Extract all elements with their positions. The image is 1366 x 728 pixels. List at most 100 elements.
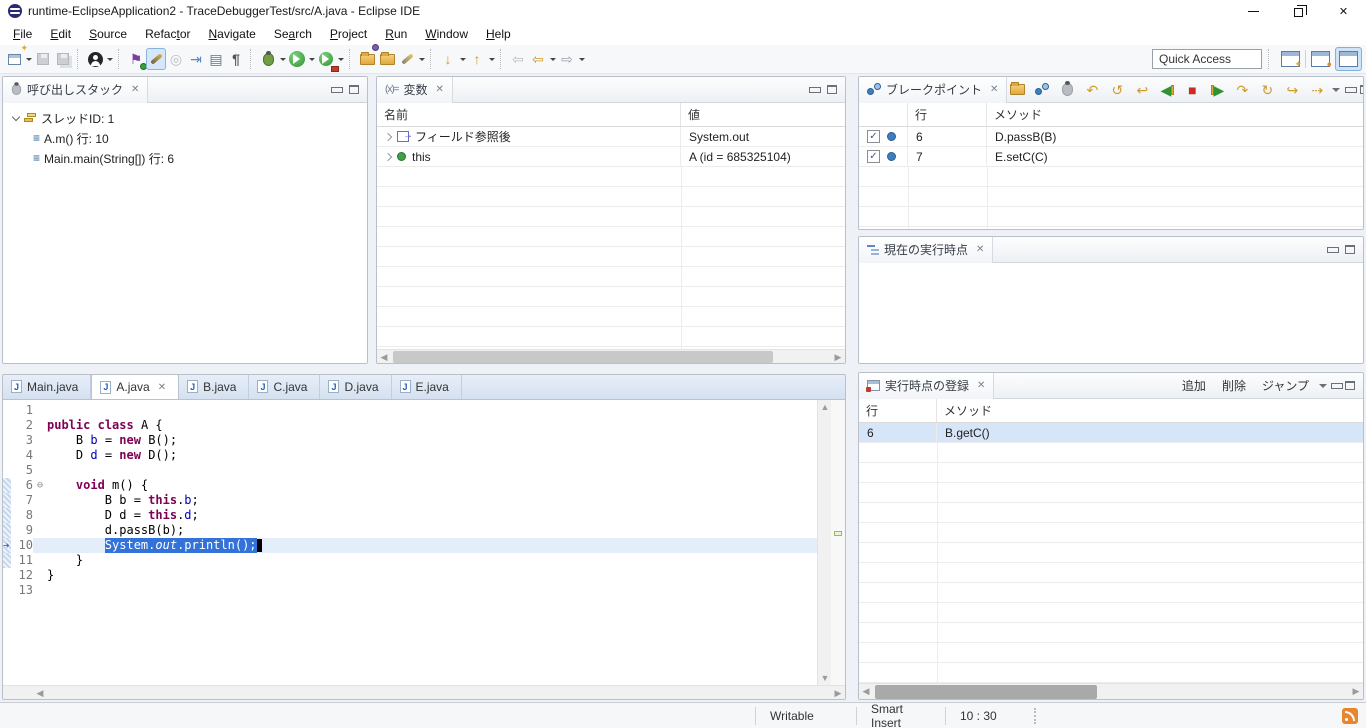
run-dropdown[interactable] — [309, 58, 315, 64]
step-return-button[interactable]: ↪ — [1282, 79, 1302, 101]
breakpoints-method-column[interactable]: メソッド — [987, 103, 1363, 126]
view-menu-icon[interactable] — [1319, 384, 1327, 392]
step-back-return-button[interactable]: ↩ — [1132, 79, 1152, 101]
exec-points-hscrollbar[interactable]: ◀▶ — [859, 683, 1363, 699]
variables-tab[interactable]: (x)= 変数 ✕ — [377, 77, 453, 103]
editor-hscrollbar[interactable]: ◀▶ — [3, 685, 845, 699]
menu-navigate[interactable]: Navigate — [199, 23, 264, 45]
close-button[interactable]: ✕ — [1321, 0, 1366, 22]
external-tools-button[interactable] — [316, 48, 336, 70]
show-whitespace-button[interactable]: ¶ — [226, 48, 246, 70]
menu-window[interactable]: Window — [416, 23, 477, 45]
reverse-resume-button[interactable]: ◀ — [1157, 79, 1177, 101]
overview-ruler[interactable] — [831, 400, 845, 685]
breakpoint-row[interactable]: ✓7E.setC(C) — [859, 147, 1363, 167]
menu-file[interactable]: File — [4, 23, 41, 45]
java-perspective-button[interactable]: ● — [1308, 47, 1333, 71]
save-all-button[interactable] — [53, 48, 73, 70]
editor-tab-b.java[interactable]: JB.java — [179, 374, 249, 399]
breakpoints-close-icon[interactable]: ✕ — [990, 84, 998, 95]
code-line-1[interactable]: 1 — [3, 403, 817, 418]
breakpoint-row[interactable]: ✓6D.passB(B) — [859, 127, 1363, 147]
previous-annotation-dropdown[interactable] — [489, 58, 495, 64]
code-line-3[interactable]: 3 B b = new B(); — [3, 433, 817, 448]
minimize-view-button[interactable] — [1327, 247, 1337, 252]
account-dropdown[interactable] — [107, 58, 113, 64]
call-stack-tab[interactable]: 呼び出しスタック ✕ — [3, 77, 148, 103]
variables-close-icon[interactable]: ✕ — [436, 84, 444, 95]
open-type-button[interactable] — [357, 48, 377, 70]
next-annotation-button[interactable]: ↓ — [438, 48, 458, 70]
current-point-close-icon[interactable]: ✕ — [976, 244, 984, 255]
code-line-9[interactable]: 9 d.passB(b); — [3, 523, 817, 538]
open-resource-button[interactable] — [377, 48, 397, 70]
editor-tab-a.java[interactable]: JA.java✕ — [91, 374, 179, 399]
view-menu-icon[interactable] — [1332, 88, 1340, 96]
code-line-5[interactable]: 5 — [3, 463, 817, 478]
debug-dropdown[interactable] — [280, 58, 286, 64]
debug-button[interactable] — [258, 48, 278, 70]
maximize-view-button[interactable] — [827, 85, 837, 94]
menu-refactor[interactable]: Refactor — [136, 23, 199, 45]
account-button[interactable] — [85, 48, 105, 70]
menu-search[interactable]: Search — [265, 23, 321, 45]
minimize-view-button[interactable] — [809, 87, 819, 92]
next-annotation-dropdown[interactable] — [460, 58, 466, 64]
debug-disabled-button[interactable] — [1057, 79, 1077, 101]
java-snippet-button[interactable]: ⇥ — [186, 48, 206, 70]
jump-button[interactable]: ジャンプ — [1256, 377, 1315, 394]
external-tools-dropdown[interactable] — [338, 58, 344, 64]
stack-frame[interactable]: ≡ Main.main(String[]) 行: 6 — [3, 148, 367, 168]
variables-value-column[interactable]: 値 — [681, 103, 845, 126]
current-line-marker[interactable] — [834, 531, 842, 536]
notification-icon[interactable] — [1342, 708, 1358, 724]
code-line-10[interactable]: ➔10 System.out.println(); — [3, 538, 817, 553]
editor-tab-c.java[interactable]: JC.java — [249, 374, 320, 399]
highlight-trace-button[interactable] — [146, 48, 166, 70]
watch-disabled-button[interactable]: ◎ — [166, 48, 186, 70]
code-line-6[interactable]: 6⊖ void m() { — [3, 478, 817, 493]
show-breakpoints-button[interactable] — [1032, 79, 1052, 101]
minimize-view-button[interactable] — [1331, 383, 1341, 388]
add-button[interactable]: 追加 — [1176, 377, 1212, 394]
thread-node[interactable]: スレッドID: 1 — [3, 108, 367, 128]
editor-tab-main.java[interactable]: JMain.java — [3, 374, 91, 399]
forward-dropdown[interactable] — [579, 58, 585, 64]
code-line-2[interactable]: 2public class A { — [3, 418, 817, 433]
open-perspective-button[interactable]: ✦ — [1278, 47, 1303, 71]
exec-points-tab[interactable]: 実行時点の登録 ✕ — [859, 373, 994, 399]
previous-annotation-button[interactable]: ↑ — [467, 48, 487, 70]
fold-marker[interactable]: ⊖ — [33, 478, 47, 493]
resume-button[interactable]: ▶ — [1207, 79, 1227, 101]
expand-chevron-icon[interactable] — [12, 112, 20, 120]
exec-point-row[interactable]: 6B.getC() — [859, 423, 1363, 443]
step-back-over-button[interactable]: ↺ — [1107, 79, 1127, 101]
editor-tab-e.java[interactable]: JE.java — [392, 374, 462, 399]
menu-help[interactable]: Help — [477, 23, 520, 45]
menu-run[interactable]: Run — [376, 23, 416, 45]
delete-button[interactable]: 削除 — [1216, 377, 1252, 394]
search-button[interactable] — [397, 48, 417, 70]
statusbar-drag-handle[interactable] — [1034, 708, 1038, 724]
menu-source[interactable]: Source — [80, 23, 136, 45]
minimize-button[interactable] — [1231, 0, 1276, 22]
editor-vscrollbar[interactable]: ▲▼ — [817, 400, 831, 685]
step-into-button[interactable]: ↷ — [1232, 79, 1252, 101]
code-line-12[interactable]: 12} — [3, 568, 817, 583]
run-to-line-button[interactable]: ⇢ — [1307, 79, 1327, 101]
code-line-13[interactable]: 13 — [3, 583, 817, 598]
restore-button[interactable] — [1276, 0, 1321, 22]
expand-chevron-icon[interactable] — [384, 132, 392, 140]
minimize-view-button[interactable] — [1345, 87, 1355, 92]
run-button[interactable] — [287, 48, 307, 70]
quick-access-field[interactable]: Quick Access — [1152, 49, 1262, 69]
search-dropdown[interactable] — [419, 58, 425, 64]
code-line-8[interactable]: 8 D d = this.d; — [3, 508, 817, 523]
trace-flag-button[interactable]: ⚑ — [126, 48, 146, 70]
open-trace-button[interactable] — [1007, 79, 1027, 101]
back-button[interactable]: ⇦ — [528, 48, 548, 70]
maximize-view-button[interactable] — [1345, 381, 1355, 390]
variables-row[interactable]: フィールド参照後System.out — [377, 127, 845, 147]
exec-points-close-icon[interactable]: ✕ — [977, 380, 985, 391]
maximize-view-button[interactable] — [1360, 85, 1364, 94]
